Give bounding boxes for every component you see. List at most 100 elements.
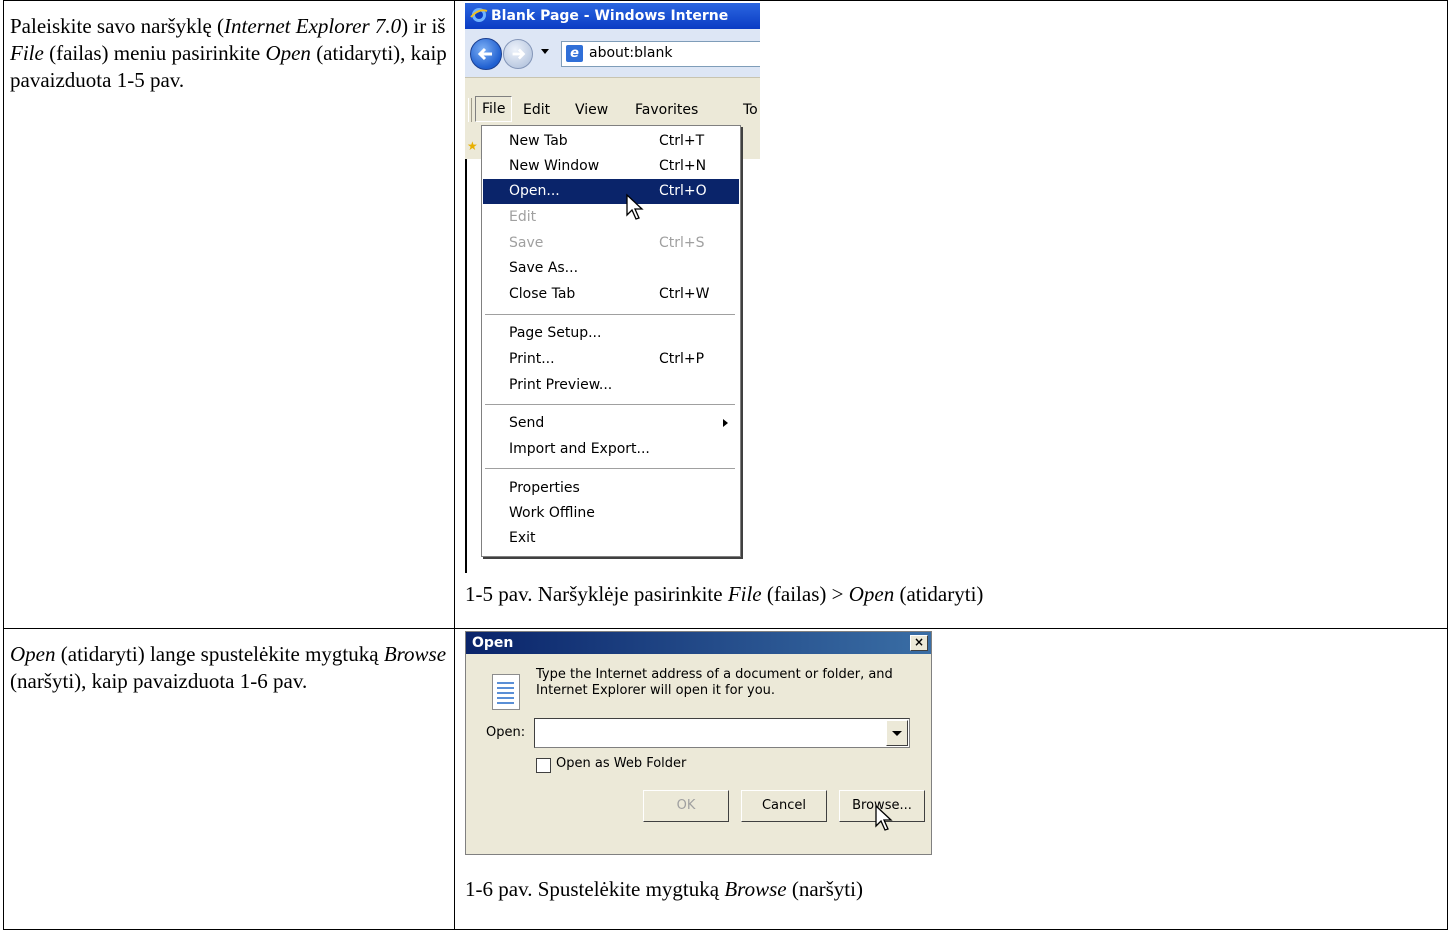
submenu-arrow-icon	[723, 419, 728, 427]
menu-item-save: Save Ctrl+S	[483, 231, 739, 256]
text-run-italic: Open	[10, 642, 56, 666]
menu-item-label: Work Offline	[509, 505, 595, 521]
page-icon: e	[566, 45, 583, 62]
mouse-cursor-icon	[626, 193, 644, 220]
dialog-message: Type the Internet address of a document …	[536, 667, 893, 698]
window-titlebar: Blank Page - Windows Interne	[465, 3, 760, 29]
document-table: Paleiskite savo naršyklę (Internet Explo…	[3, 0, 1448, 930]
text-run: (atidaryti) lange spustelėkite mygtuką	[55, 642, 384, 666]
menu-item-label: Import and Export...	[509, 441, 650, 457]
menu-item-label: Properties	[509, 480, 580, 496]
open-address-combobox[interactable]	[534, 718, 910, 748]
navigation-bar: e about:blank	[465, 29, 760, 77]
close-button[interactable]: ×	[910, 635, 928, 651]
ie-logo-icon	[470, 8, 488, 22]
address-text: about:blank	[589, 45, 673, 61]
figure-caption: 1-6 pav. Spustelėkite mygtuką Browse (na…	[465, 876, 863, 903]
figure-cell: Open × Type the Internet address of a do…	[454, 628, 1448, 930]
back-button[interactable]	[470, 38, 502, 70]
menu-item-print-preview[interactable]: Print Preview...	[483, 373, 739, 398]
history-dropdown-icon[interactable]	[541, 49, 549, 54]
text-run: (atidaryti)	[894, 582, 984, 606]
menu-item-label: Print...	[509, 351, 555, 367]
web-folder-label: Open as Web Folder	[556, 756, 687, 771]
menu-separator	[485, 314, 735, 316]
text-run-italic: File	[10, 41, 44, 65]
text-run: Paleiskite savo naršyklę (	[10, 14, 225, 38]
menu-item-work-offline[interactable]: Work Offline	[483, 501, 739, 526]
menu-item-close-tab[interactable]: Close Tab Ctrl+W	[483, 282, 739, 307]
window-title: Blank Page - Windows Interne	[491, 8, 729, 24]
text-run: (failas) meniu pasirinkite	[43, 41, 266, 65]
mouse-cursor-icon	[875, 804, 893, 831]
menu-item-send[interactable]: Send	[483, 411, 739, 436]
menu-item-shortcut: Ctrl+W	[659, 286, 710, 302]
window-edge	[465, 159, 467, 573]
menu-item-label: Save As...	[509, 260, 579, 276]
menu-item-print[interactable]: Print... Ctrl+P	[483, 347, 739, 372]
menu-item-label: Exit	[509, 530, 536, 546]
menu-item-import-export[interactable]: Import and Export...	[483, 437, 739, 462]
menu-item-new-tab[interactable]: New Tab Ctrl+T	[483, 129, 739, 154]
menu-tools[interactable]: To	[743, 102, 758, 118]
menu-item-label: Page Setup...	[509, 325, 602, 341]
menu-item-label: Edit	[509, 209, 537, 225]
dialog-titlebar: Open ×	[466, 632, 931, 654]
text-run-italic: File	[727, 582, 762, 606]
document-icon	[492, 674, 520, 710]
text-run: ) ir iš	[401, 14, 446, 38]
menu-favorites[interactable]: Favorites	[635, 102, 698, 118]
text-run-italic: Open	[265, 41, 311, 65]
cancel-button[interactable]: Cancel	[741, 790, 827, 822]
chevron-down-icon[interactable]	[886, 720, 908, 746]
text-run-italic: Browse	[724, 877, 787, 901]
menu-item-exit[interactable]: Exit	[483, 526, 739, 551]
menu-edit[interactable]: Edit	[523, 102, 550, 118]
menu-item-properties[interactable]: Properties	[483, 476, 739, 501]
arrow-right-icon	[512, 48, 526, 60]
table-row: Paleiskite savo naršyklę (Internet Explo…	[3, 0, 1448, 629]
text-run-italic: Browse	[383, 642, 447, 666]
menu-item-save-as[interactable]: Save As...	[483, 256, 739, 281]
figure-cell: Blank Page - Windows Interne e about:bla…	[454, 0, 1448, 629]
text-run: 1-5 pav. Naršyklėje pasirinkite	[465, 582, 728, 606]
text-run-italic: Internet Explorer 7.0	[224, 14, 402, 38]
open-dialog: Open × Type the Internet address of a do…	[465, 631, 932, 855]
menu-item-open[interactable]: Open... Ctrl+O	[483, 179, 739, 204]
instruction-cell: Paleiskite savo naršyklę (Internet Explo…	[3, 0, 455, 629]
instruction-cell: Open (atidaryti) lange spustelėkite mygt…	[3, 628, 455, 930]
menubar-grip	[468, 98, 472, 122]
menu-item-shortcut: Ctrl+O	[659, 183, 707, 199]
address-bar[interactable]: e about:blank	[561, 41, 760, 67]
menu-item-shortcut: Ctrl+P	[659, 351, 705, 367]
menu-item-shortcut: Ctrl+S	[659, 235, 705, 251]
menu-item-new-window[interactable]: New Window Ctrl+N	[483, 154, 739, 179]
instruction-text: Paleiskite savo naršyklę (Internet Explo…	[4, 1, 454, 94]
menu-item-label: Save	[509, 235, 544, 251]
menu-item-shortcut: Ctrl+T	[659, 133, 705, 149]
arrow-left-icon	[477, 47, 492, 61]
menu-item-shortcut: Ctrl+N	[659, 158, 707, 174]
text-run-italic: Open	[848, 582, 895, 606]
menu-item-edit: Edit	[483, 205, 739, 230]
web-folder-checkbox[interactable]	[536, 758, 551, 773]
favorites-star-icon: ★	[467, 139, 478, 153]
menu-item-label: Open...	[509, 183, 560, 199]
menu-item-label: New Window	[509, 158, 600, 174]
menu-item-label: Send	[509, 415, 545, 431]
menu-item-page-setup[interactable]: Page Setup...	[483, 321, 739, 346]
dialog-title: Open	[472, 635, 514, 651]
forward-button[interactable]	[503, 39, 533, 69]
menu-item-label: New Tab	[509, 133, 568, 149]
table-row: Open (atidaryti) lange spustelėkite mygt…	[3, 628, 1448, 930]
ie-window-screenshot: Blank Page - Windows Interne e about:bla…	[465, 3, 760, 573]
menu-file[interactable]: File	[475, 96, 513, 122]
menu-separator	[485, 468, 735, 470]
file-menu-dropdown: New Tab Ctrl+T New Window Ctrl+N Open... Ct…	[481, 125, 741, 557]
menu-view[interactable]: View	[575, 102, 608, 118]
open-label: Open:	[486, 725, 526, 740]
ok-button[interactable]: OK	[643, 790, 729, 822]
text-run: (naršyti)	[786, 877, 863, 901]
menu-item-label: Print Preview...	[509, 377, 613, 393]
figure-caption: 1-5 pav. Naršyklėje pasirinkite File (fa…	[465, 581, 983, 608]
